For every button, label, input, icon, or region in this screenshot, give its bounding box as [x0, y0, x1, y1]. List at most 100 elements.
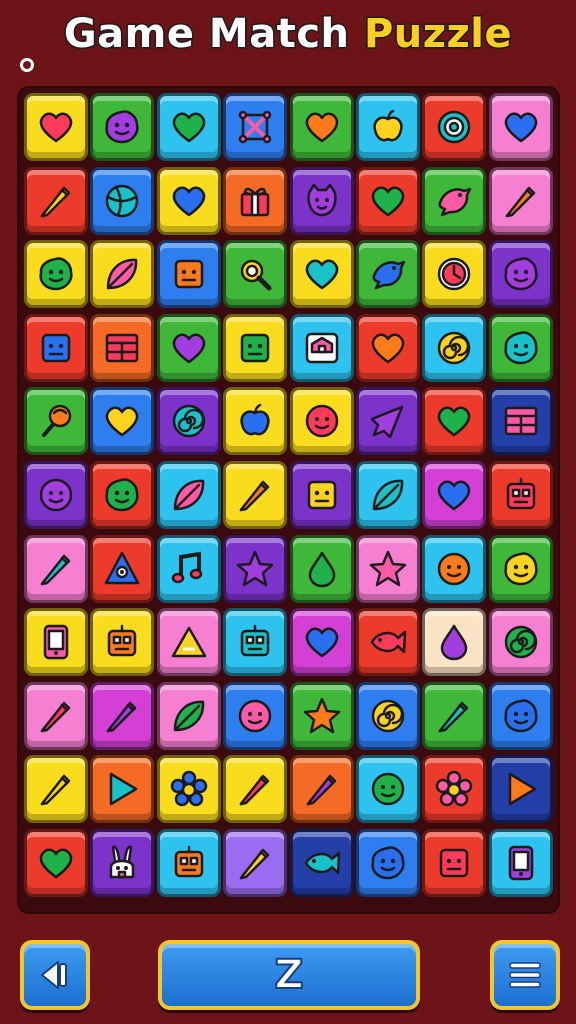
tile[interactable] — [289, 93, 354, 161]
tile[interactable] — [156, 608, 221, 677]
tile[interactable] — [488, 461, 553, 529]
back-button[interactable] — [20, 940, 90, 1010]
tile[interactable] — [223, 313, 288, 382]
tile[interactable] — [422, 681, 487, 750]
tile[interactable] — [356, 829, 420, 897]
tile[interactable] — [156, 93, 221, 161]
tile[interactable] — [223, 461, 288, 529]
tile[interactable] — [90, 755, 155, 824]
tile[interactable] — [289, 829, 354, 897]
tile[interactable] — [356, 240, 420, 309]
tile[interactable] — [24, 166, 88, 235]
tile[interactable] — [356, 166, 420, 235]
tile[interactable] — [356, 608, 420, 677]
tile[interactable] — [156, 387, 221, 456]
tile[interactable] — [289, 608, 354, 677]
tile[interactable] — [488, 93, 553, 161]
pencil-icon — [40, 186, 71, 217]
tile[interactable] — [156, 166, 221, 235]
tile[interactable] — [223, 534, 288, 603]
tile[interactable] — [356, 93, 420, 161]
tile[interactable] — [156, 829, 221, 897]
tile[interactable] — [223, 240, 288, 309]
tile[interactable] — [488, 608, 553, 677]
tile[interactable] — [356, 313, 420, 382]
center-action-button[interactable]: Z — [158, 940, 420, 1010]
tile[interactable] — [356, 755, 420, 824]
tile[interactable] — [24, 829, 88, 897]
tile[interactable] — [223, 681, 288, 750]
tile[interactable] — [488, 534, 553, 603]
tile[interactable] — [156, 681, 221, 750]
box-icon — [240, 333, 270, 363]
tile[interactable] — [90, 240, 155, 309]
heart-icon — [39, 112, 73, 143]
cross-icon — [238, 110, 272, 144]
tile[interactable] — [422, 608, 487, 677]
tile[interactable] — [90, 461, 155, 529]
tile[interactable] — [289, 166, 354, 235]
tile[interactable] — [223, 93, 288, 161]
tile[interactable] — [422, 829, 487, 897]
tile[interactable] — [90, 681, 155, 750]
pencil-icon — [505, 186, 536, 217]
tile[interactable] — [156, 534, 221, 603]
tile[interactable] — [422, 755, 487, 824]
menu-button[interactable] — [490, 940, 560, 1010]
spiral-icon — [438, 331, 471, 365]
tile[interactable] — [289, 240, 354, 309]
tile[interactable] — [223, 166, 288, 235]
tile[interactable] — [488, 313, 553, 382]
tile[interactable] — [289, 387, 354, 456]
tile[interactable] — [488, 681, 553, 750]
tile[interactable] — [156, 240, 221, 309]
tile[interactable] — [356, 681, 420, 750]
tile[interactable] — [422, 93, 487, 161]
tile[interactable] — [223, 387, 288, 456]
tile[interactable] — [156, 755, 221, 824]
tile[interactable] — [90, 93, 155, 161]
tile[interactable] — [24, 534, 88, 603]
tile[interactable] — [90, 534, 155, 603]
tile[interactable] — [24, 461, 88, 529]
tile[interactable] — [24, 681, 88, 750]
tile[interactable] — [289, 534, 354, 603]
tile[interactable] — [90, 387, 155, 456]
tile[interactable] — [24, 240, 88, 309]
title-part-1: Game Match — [62, 10, 364, 59]
tile[interactable] — [356, 387, 420, 456]
tile[interactable] — [488, 829, 553, 897]
tile[interactable] — [289, 681, 354, 750]
tile[interactable] — [223, 829, 288, 897]
tile[interactable] — [422, 461, 487, 529]
tile[interactable] — [24, 93, 88, 161]
tile[interactable] — [90, 166, 155, 235]
tile[interactable] — [223, 608, 288, 677]
tile[interactable] — [156, 461, 221, 529]
tile[interactable] — [488, 387, 553, 456]
tile[interactable] — [422, 166, 487, 235]
tile[interactable] — [422, 387, 487, 456]
tile[interactable] — [24, 608, 88, 677]
tile[interactable] — [422, 313, 487, 382]
tile[interactable] — [24, 755, 88, 824]
star-icon — [236, 550, 274, 586]
heart-icon — [371, 186, 405, 216]
tile[interactable] — [223, 755, 288, 824]
tile[interactable] — [356, 534, 420, 603]
tile[interactable] — [24, 313, 88, 382]
tile[interactable] — [422, 240, 487, 309]
tile[interactable] — [422, 534, 487, 603]
tile[interactable] — [356, 461, 420, 529]
tile[interactable] — [24, 387, 88, 456]
tile[interactable] — [488, 240, 553, 309]
tile[interactable] — [156, 313, 221, 382]
tile[interactable] — [90, 829, 155, 897]
tile[interactable] — [90, 313, 155, 382]
tile[interactable] — [289, 461, 354, 529]
tile[interactable] — [488, 166, 553, 235]
tile[interactable] — [90, 608, 155, 677]
tile[interactable] — [289, 755, 354, 824]
tile[interactable] — [488, 755, 553, 824]
tile[interactable] — [289, 313, 354, 382]
